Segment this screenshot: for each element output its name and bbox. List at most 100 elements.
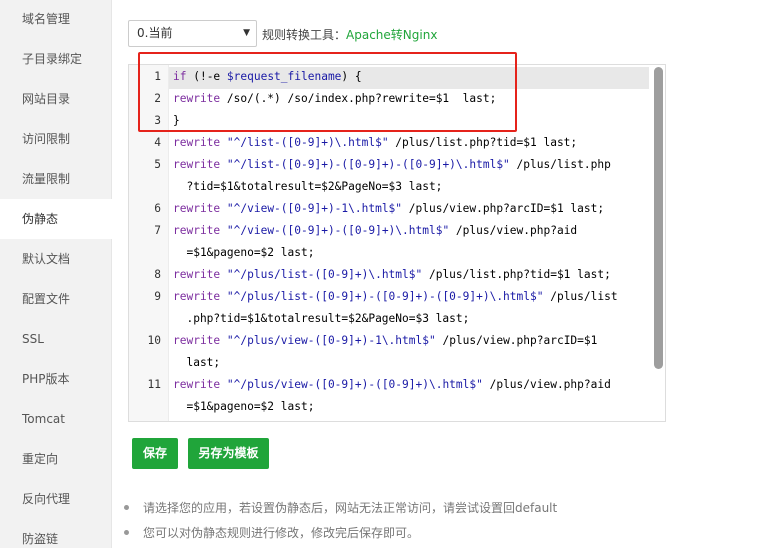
sidebar-item[interactable]: 子目录绑定 <box>0 39 112 79</box>
code-text: last; <box>173 352 220 374</box>
code-token: /plus/list.php <box>509 158 611 171</box>
line-number: 7 <box>154 224 161 237</box>
save-as-template-button[interactable]: 另存为模板 <box>188 438 269 469</box>
code-text: rewrite "^/plus/view-([0-9]+)-1\.html$" … <box>173 330 597 352</box>
code-line: 6 rewrite "^/view-([0-9]+)-1\.html$" /plu… <box>129 198 665 220</box>
code-token: "^/plus/list-([0-9]+)-([0-9]+)-([0-9]+)\… <box>226 290 544 303</box>
code-token: "^/plus/list-([0-9]+)\.html$" <box>226 268 423 281</box>
rule-select[interactable]: 0.当前 ▼ <box>128 20 257 47</box>
code-token: /plus/list <box>543 290 618 303</box>
code-text: =$1&pageno=$2 last; <box>173 396 314 418</box>
line-number: 4 <box>154 136 161 149</box>
code-line: 5 rewrite "^/list-([0-9]+)-([0-9]+)-([0-9… <box>129 154 665 176</box>
code-token: "^/plus/view-([0-9]+)-1\.html$" <box>226 334 436 347</box>
sidebar-item[interactable]: 访问限制 <box>0 119 112 159</box>
code-token: "^/view-([0-9]+)-1\.html$" <box>226 202 403 215</box>
code-line: .php?tid=$1&totalresult=$2&PageNo=$3 las… <box>129 308 665 330</box>
code-line: 8 rewrite "^/plus/list-([0-9]+)\.html$" /… <box>129 264 665 286</box>
tip-text: 请选择您的应用，若设置伪静态后，网站无法正常访问，请尝试设置回default <box>143 501 558 515</box>
code-token: /plus/view.php?arcID=$1 last; <box>402 202 605 215</box>
code-line: last; <box>129 352 665 374</box>
sidebar-item[interactable]: 流量限制 <box>0 159 112 199</box>
code-line: 10 rewrite "^/plus/view-([0-9]+)-1\.html$… <box>129 330 665 352</box>
rule-select-value: 0.当前 <box>137 26 173 40</box>
sidebar-item[interactable]: 防盗链 <box>0 519 112 548</box>
code-token: rewrite <box>173 334 221 347</box>
editor-scrollbar[interactable] <box>654 67 663 369</box>
save-button[interactable]: 保存 <box>132 438 178 469</box>
code-token: rewrite <box>173 268 221 281</box>
sidebar-item[interactable]: 重定向 <box>0 439 112 479</box>
code-token: /plus/view.php?aid <box>449 224 578 237</box>
line-number: 5 <box>154 158 161 171</box>
code-token: rewrite <box>173 378 221 391</box>
apache-to-nginx-link[interactable]: Apache转Nginx <box>346 28 437 42</box>
code-token: "^/list-([0-9]+)-([0-9]+)-([0-9]+)\.html… <box>226 158 510 171</box>
sidebar-item[interactable]: 配置文件 <box>0 279 112 319</box>
code-token: rewrite <box>173 290 221 303</box>
code-token: ?tid=$1&totalresult=$2&PageNo=$3 last; <box>173 180 443 193</box>
sidebar-item[interactable]: SSL <box>0 319 112 359</box>
code-token: =$1&pageno=$2 last; <box>173 246 315 259</box>
line-number: 11 <box>147 378 161 391</box>
code-token: /plus/list.php?tid=$1 last; <box>422 268 611 281</box>
code-token: .php?tid=$1&totalresult=$2&PageNo=$3 las… <box>173 312 470 325</box>
code-text: rewrite "^/view-([0-9]+)-1\.html$" /plus… <box>173 198 604 220</box>
code-token: rewrite <box>173 136 221 149</box>
code-text: rewrite "^/plus/view-([0-9]+)-([0-9]+)\.… <box>173 374 611 396</box>
sidebar-item[interactable]: 网站目录 <box>0 79 112 119</box>
code-line: ?tid=$1&totalresult=$2&PageNo=$3 last; <box>129 176 665 198</box>
code-token: rewrite <box>173 224 221 237</box>
chevron-down-icon: ▼ <box>243 28 250 38</box>
sidebar-item[interactable]: Tomcat <box>0 399 112 439</box>
code-text: rewrite "^/list-([0-9]+)-([0-9]+)-([0-9]… <box>173 154 611 176</box>
tip-item: 您可以对伪静态规则进行修改，修改完后保存即可。 <box>124 524 419 541</box>
line-number: 6 <box>154 202 161 215</box>
sidebar: 域名管理 子目录绑定 网站目录 访问限制 流量限制 伪静态 默认文档 配置文件 SSL PHP版本… <box>0 0 113 548</box>
sidebar-item[interactable]: 域名管理 <box>0 0 112 39</box>
code-line: 11 rewrite "^/plus/view-([0-9]+)-([0-9]+)… <box>129 374 665 396</box>
code-text: rewrite "^/plus/list-([0-9]+)\.html$" /p… <box>173 264 611 286</box>
code-token: /plus/view.php?aid <box>482 378 611 391</box>
line-number: 8 <box>154 268 161 281</box>
code-line: =$1&pageno=$2 last; <box>129 396 665 418</box>
sidebar-item[interactable]: PHP版本 <box>0 359 112 399</box>
code-token: /plus/list.php?tid=$1 last; <box>388 136 578 149</box>
code-token: "^/list-([0-9]+)\.html$" <box>226 136 389 149</box>
code-line: 4 rewrite "^/list-([0-9]+)\.html$" /plus/… <box>129 132 665 154</box>
code-text: ?tid=$1&totalresult=$2&PageNo=$3 last; <box>173 176 442 198</box>
tip-item: 请选择您的应用，若设置伪静态后，网站无法正常访问，请尝试设置回default <box>124 499 557 516</box>
sidebar-item[interactable]: 反向代理 <box>0 479 112 519</box>
code-token: "^/view-([0-9]+)-([0-9]+)\.html$" <box>226 224 450 237</box>
code-token: last; <box>173 356 221 369</box>
line-number: 10 <box>147 334 161 347</box>
code-line: =$1&pageno=$2 last; <box>129 242 665 264</box>
code-line: 9 rewrite "^/plus/list-([0-9]+)-([0-9]+)-… <box>129 286 665 308</box>
sidebar-item[interactable]: 伪静态 <box>0 199 113 239</box>
code-text: rewrite "^/view-([0-9]+)-([0-9]+)\.html$… <box>173 220 577 242</box>
convert-tool-label: 规则转换工具： <box>262 28 347 42</box>
code-token: rewrite <box>173 158 221 171</box>
code-token: /plus/view.php?arcID=$1 <box>435 334 598 347</box>
code-token: "^/plus/view-([0-9]+)-([0-9]+)\.html$" <box>226 378 483 391</box>
convert-tool: 规则转换工具：Apache转Nginx <box>262 26 437 43</box>
code-text: .php?tid=$1&totalresult=$2&PageNo=$3 las… <box>173 308 469 330</box>
bullet-icon <box>124 530 129 535</box>
bullet-icon <box>124 505 129 510</box>
code-token: =$1&pageno=$2 last; <box>173 400 315 413</box>
code-token: rewrite <box>173 202 221 215</box>
code-text: rewrite "^/plus/list-([0-9]+)-([0-9]+)-(… <box>173 286 618 308</box>
tip-text: 您可以对伪静态规则进行修改，修改完后保存即可。 <box>143 526 420 540</box>
sidebar-item[interactable]: 默认文档 <box>0 239 112 279</box>
code-text: =$1&pageno=$2 last; <box>173 242 314 264</box>
line-number: 9 <box>154 290 161 303</box>
code-text: rewrite "^/list-([0-9]+)\.html$" /plus/l… <box>173 132 577 154</box>
